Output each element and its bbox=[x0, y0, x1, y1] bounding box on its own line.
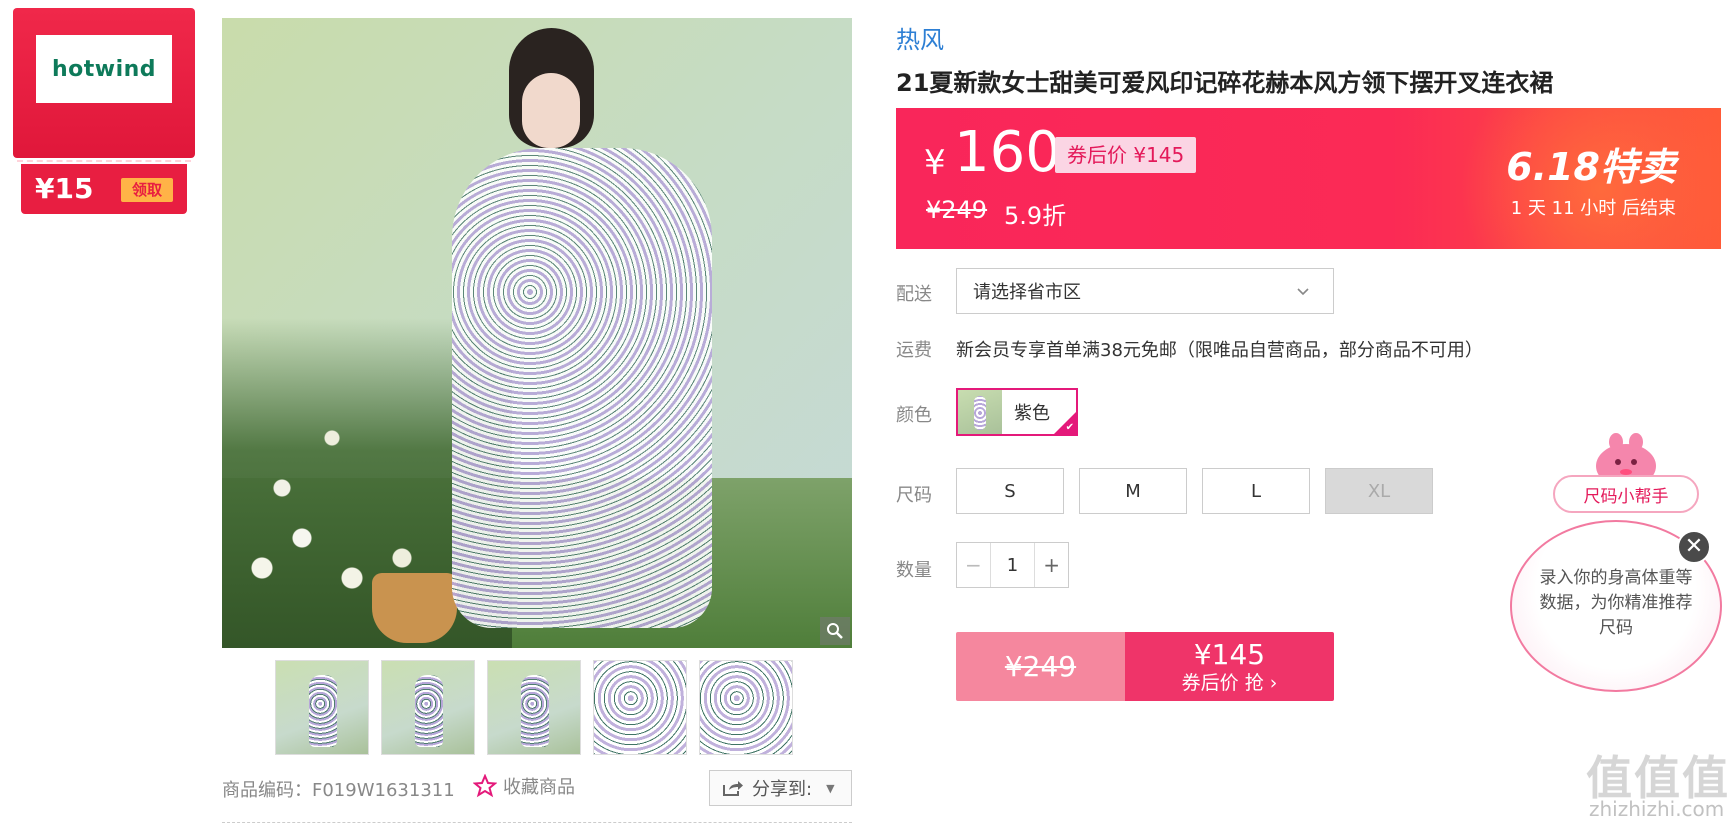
color-option-label: 紫色 bbox=[1014, 403, 1050, 424]
buy-original-price: ¥249 bbox=[956, 632, 1125, 701]
product-code: 商品编码：F019W1631311 bbox=[222, 780, 455, 801]
thumbnail-1[interactable] bbox=[275, 660, 369, 755]
current-price: 160 bbox=[954, 120, 1061, 185]
size-option-l[interactable]: L bbox=[1202, 468, 1310, 514]
chevron-down-icon bbox=[1297, 288, 1309, 296]
coupon-amount: ¥15 bbox=[35, 172, 94, 205]
watermark-url: zhizhizhi.com bbox=[1589, 797, 1725, 821]
shipping-text: 新会员专享首单满38元免邮（限唯品自营商品，部分商品不可用） bbox=[956, 340, 1483, 361]
size-option-xl: XL bbox=[1325, 468, 1433, 514]
size-option-s[interactable]: S bbox=[956, 468, 1064, 514]
discount-rate: 5.9折 bbox=[1004, 202, 1067, 230]
buy-price: ¥145 bbox=[1193, 637, 1266, 671]
share-label: 分享到: bbox=[752, 779, 813, 800]
quantity-increase-button[interactable]: + bbox=[1034, 543, 1068, 587]
buy-coupon-section[interactable]: ¥145 券后价 抢 › bbox=[1125, 632, 1334, 701]
size-helper-tag[interactable]: 尺码小帮手 bbox=[1553, 475, 1699, 513]
coupon-claim-button[interactable]: 领取 bbox=[121, 178, 173, 202]
share-icon bbox=[723, 781, 743, 796]
size-option-m[interactable]: M bbox=[1079, 468, 1187, 514]
close-icon[interactable]: ✕ bbox=[1677, 530, 1711, 564]
divider bbox=[222, 822, 852, 823]
brand-logo-text: hotwind bbox=[51, 56, 157, 82]
thumbnail-4[interactable] bbox=[593, 660, 687, 755]
brand-link[interactable]: 热风 bbox=[896, 20, 944, 55]
star-icon bbox=[473, 774, 497, 798]
quantity-label: 数量 bbox=[896, 560, 932, 581]
swatch-figure bbox=[974, 396, 986, 430]
main-product-image[interactable] bbox=[222, 18, 852, 648]
caret-down-icon: ▼ bbox=[826, 781, 835, 795]
color-option-purple[interactable]: 紫色 ✔ bbox=[956, 388, 1078, 436]
image-face bbox=[522, 73, 580, 148]
coupon-card[interactable]: hotwind ¥15 领取 bbox=[13, 8, 195, 214]
delivery-label: 配送 bbox=[896, 284, 932, 305]
region-select-value: 请选择省市区 bbox=[973, 282, 1081, 303]
favorite-label: 收藏商品 bbox=[503, 777, 575, 798]
zoom-icon[interactable] bbox=[820, 617, 850, 645]
thumbnail-figure bbox=[309, 675, 337, 747]
brand-logo: hotwind bbox=[36, 35, 172, 103]
color-swatch-image bbox=[958, 390, 1002, 434]
thumbnail-figure bbox=[415, 675, 443, 747]
coupon-divider bbox=[17, 160, 191, 162]
region-select[interactable]: 请选择省市区 bbox=[956, 268, 1334, 314]
countdown-timer: 1 天 11 小时 后结束 bbox=[1510, 198, 1676, 219]
coupon-price-badge: 券后价 ¥145 bbox=[1055, 137, 1197, 173]
thumbnail-2[interactable] bbox=[381, 660, 475, 755]
image-basket bbox=[372, 573, 457, 643]
quantity-value[interactable]: 1 bbox=[991, 543, 1035, 587]
quantity-stepper: − 1 + bbox=[956, 542, 1069, 588]
original-price: ¥249 bbox=[926, 196, 988, 224]
size-label: 尺码 bbox=[896, 485, 932, 506]
size-helper-text: 录入你的身高体重等数据，为你精准推荐尺码 bbox=[1539, 568, 1693, 638]
coupon-header: hotwind bbox=[13, 8, 195, 158]
buy-button[interactable]: ¥249 ¥145 券后价 抢 › bbox=[956, 632, 1334, 701]
favorite-button[interactable]: 收藏商品 bbox=[473, 773, 575, 799]
product-title: 21夏新款女士甜美可爱风印记碎花赫本风方领下摆开叉连衣裙 bbox=[896, 69, 1554, 97]
price-currency: ¥ bbox=[924, 143, 946, 183]
thumbnail-strip bbox=[275, 660, 795, 755]
thumbnail-5[interactable] bbox=[699, 660, 793, 755]
price-banner: ¥ 160 券后价 ¥145 ¥249 5.9折 6.18特卖 1 天 11 小… bbox=[896, 108, 1721, 249]
coupon-footer: ¥15 领取 bbox=[21, 164, 187, 214]
color-label: 颜色 bbox=[896, 405, 932, 426]
thumbnail-3[interactable] bbox=[487, 660, 581, 755]
promo-badge: 6.18特卖 bbox=[1506, 145, 1676, 189]
thumbnail-figure bbox=[521, 675, 549, 747]
image-dress bbox=[452, 148, 712, 628]
buy-label: 券后价 抢 › bbox=[1181, 671, 1278, 694]
quantity-decrease-button[interactable]: − bbox=[957, 543, 991, 587]
shipping-label: 运费 bbox=[896, 340, 932, 361]
share-button[interactable]: 分享到: ▼ bbox=[709, 770, 852, 806]
check-icon: ✔ bbox=[1065, 422, 1074, 433]
